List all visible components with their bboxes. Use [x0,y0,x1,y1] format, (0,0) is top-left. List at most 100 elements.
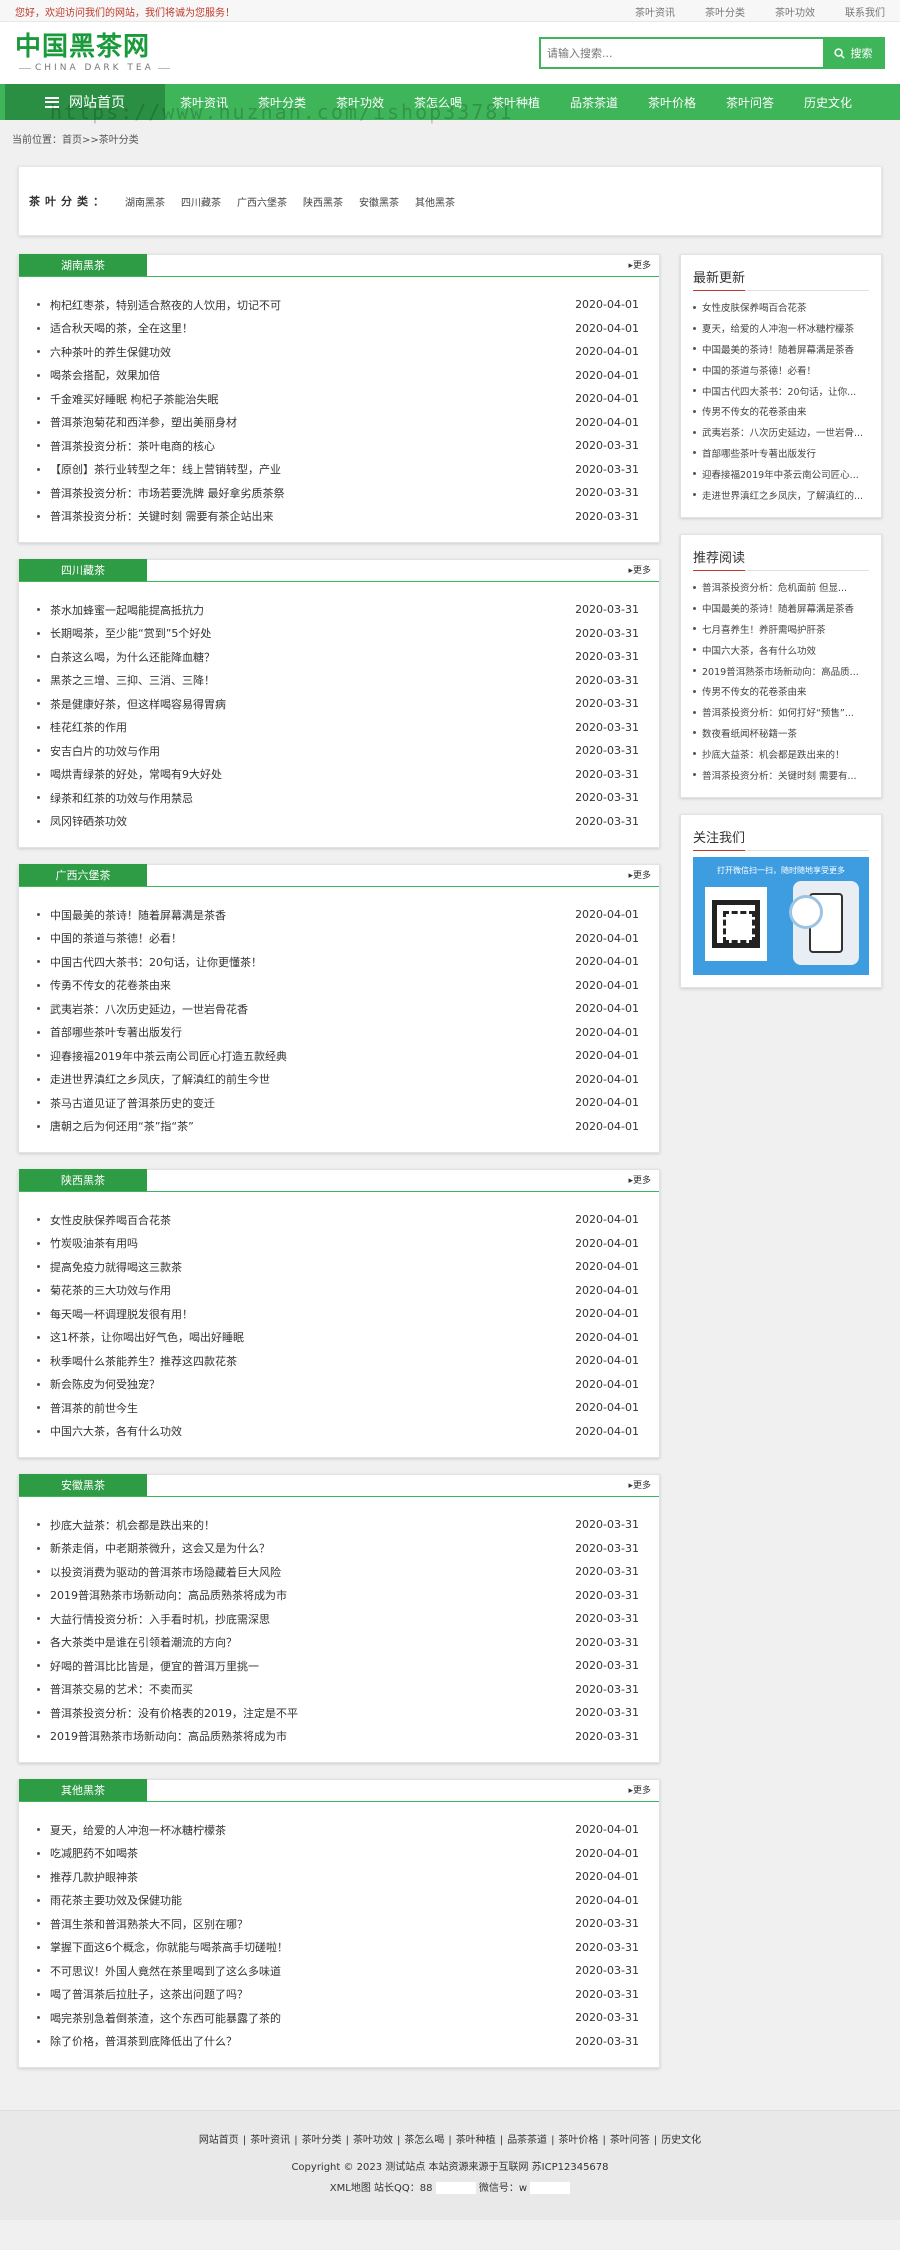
list-item[interactable]: 首部哪些茶叶专著出版发行 2020-04-01 [37,1021,641,1045]
sidebar-link[interactable]: 数夜看纸闻杯秘籍一茶 [693,723,869,744]
list-item[interactable]: 抄底大益茶：机会都是跌出来的！ 2020-03-31 [37,1513,641,1537]
list-item[interactable]: 普洱茶泡菊花和西洋参，塑出美丽身材 2020-04-01 [37,411,641,435]
nav-item-planting[interactable]: 茶叶种植 [477,84,555,120]
more-link[interactable]: ▸更多 [628,868,659,886]
list-item[interactable]: 菊花茶的三大功效与作用 2020-04-01 [37,1279,641,1303]
category-sichuan[interactable]: 四川藏茶 [181,194,221,209]
top-link-contact[interactable]: 联系我们 [845,4,885,19]
article-title[interactable]: 大益行情投资分析：入手看时机，抄底需深思 [37,1611,270,1627]
sidebar-link[interactable]: 普洱茶投资分析：关键时刻 需要有... [693,764,869,785]
list-item[interactable]: 中国古代四大茶书：20句话，让你更懂茶！ 2020-04-01 [37,950,641,974]
sidebar-link[interactable]: 走进世界滇红之乡凤庆，了解滇红的... [693,484,869,505]
article-title[interactable]: 2019普洱熟茶市场新动向：高品质熟茶将成为市 [37,1587,287,1603]
more-link[interactable]: ▸更多 [628,563,659,581]
list-item[interactable]: 竹炭吸油茶有用吗 2020-04-01 [37,1232,641,1256]
panel-title[interactable]: 其他黑茶 [19,1779,147,1801]
sidebar-link[interactable]: 中国最美的茶诗！随着屏幕满是茶香 [693,598,869,619]
list-item[interactable]: 喝完茶别急着倒茶渣，这个东西可能暴露了茶的 2020-03-31 [37,2006,641,2030]
article-title[interactable]: 2019普洱熟茶市场新动向：高品质熟茶将成为市 [37,1728,287,1744]
list-item[interactable]: 传勇不传女的花卷茶由来 2020-04-01 [37,974,641,998]
article-title[interactable]: 提高免疫力就得喝这三款茶 [37,1259,182,1275]
more-link[interactable]: ▸更多 [628,258,659,276]
list-item[interactable]: 中国的茶道与茶德！必看！ 2020-04-01 [37,927,641,951]
footer-xml[interactable]: XML地图 站长QQ：88 [330,2183,433,2194]
article-title[interactable]: 推荐几款护眼神茶 [37,1869,138,1885]
nav-item-history[interactable]: 历史文化 [789,84,867,120]
panel-title[interactable]: 四川藏茶 [19,559,147,581]
list-item[interactable]: 普洱茶投资分析：市场若要洗牌 最好拿劣质茶祭 2020-03-31 [37,481,641,505]
article-title[interactable]: 喝烘青绿茶的好处，常喝有9大好处 [37,766,222,782]
article-title[interactable]: 唐朝之后为何还用“茶”指“茶” [37,1118,194,1134]
article-title[interactable]: 普洱茶投资分析：茶叶电商的核心 [37,438,215,454]
footer-link[interactable]: 品茶茶道 [505,2135,549,2146]
article-title[interactable]: 中国六大茶，各有什么功效 [37,1423,182,1439]
search-input[interactable] [541,39,823,67]
list-item[interactable]: 六种茶叶的养生保健功效 2020-04-01 [37,340,641,364]
article-title[interactable]: 中国最美的茶诗！随着屏幕满是茶香 [37,907,226,923]
footer-link[interactable]: 茶叶资讯 [248,2135,292,2146]
list-item[interactable]: 普洱茶的前世今生 2020-04-01 [37,1396,641,1420]
list-item[interactable]: 掌握下面这6个概念，你就能与喝茶高手切磋啦！ 2020-03-31 [37,1936,641,1960]
article-title[interactable]: 中国的茶道与茶德！必看！ [37,930,182,946]
sidebar-link[interactable]: 2019普洱熟茶市场新动向：高品质... [693,660,869,681]
list-item[interactable]: 茶马古道见证了普洱茶历史的变迁 2020-04-01 [37,1091,641,1115]
article-title[interactable]: 各大茶类中是谁在引领着潮流的方向？ [37,1634,237,1650]
article-title[interactable]: 传勇不传女的花卷茶由来 [37,977,171,993]
sidebar-link[interactable]: 首部哪些茶叶专著出版发行 [693,443,869,464]
panel-title[interactable]: 广西六堡茶 [19,864,147,886]
list-item[interactable]: 【原创】茶行业转型之年：线上营销转型，产业 2020-03-31 [37,458,641,482]
article-title[interactable]: 普洱茶投资分析：关键时刻 需要有茶企站出来 [37,508,274,524]
article-title[interactable]: 六种茶叶的养生保健功效 [37,344,171,360]
list-item[interactable]: 适合秋天喝的茶，全在这里！ 2020-04-01 [37,317,641,341]
list-item[interactable]: 新会陈皮为何受独宠？ 2020-04-01 [37,1373,641,1397]
sidebar-link[interactable]: 迎春接福2019年中茶云南公司匠心... [693,463,869,484]
article-title[interactable]: 白茶这么喝，为什么还能降血糖？ [37,649,215,665]
footer-link[interactable]: 网站首页 [197,2135,241,2146]
list-item[interactable]: 安吉白片的功效与作用 2020-03-31 [37,739,641,763]
article-title[interactable]: 凤冈锌硒茶功效 [37,813,127,829]
article-title[interactable]: 新会陈皮为何受独宠？ [37,1376,160,1392]
list-item[interactable]: 2019普洱熟茶市场新动向：高品质熟茶将成为市 2020-03-31 [37,1584,641,1608]
article-title[interactable]: 中国古代四大茶书：20句话，让你更懂茶！ [37,954,262,970]
article-title[interactable]: 秋季喝什么茶能养生？推荐这四款花茶 [37,1353,237,1369]
article-title[interactable]: 喝茶会搭配，效果加倍 [37,367,160,383]
article-title[interactable]: 吃减肥药不如喝茶 [37,1845,138,1861]
article-title[interactable]: 竹炭吸油茶有用吗 [37,1235,138,1251]
article-title[interactable]: 普洱茶投资分析：没有价格表的2019，注定是不平 [37,1705,298,1721]
article-title[interactable]: 长期喝茶，至少能“赏到”5个好处 [37,625,211,641]
list-item[interactable]: 普洱生茶和普洱熟茶大不同，区别在哪？ 2020-03-31 [37,1912,641,1936]
sidebar-link[interactable]: 夏天，给爱的人冲泡一杯冰糖柠檬茶 [693,318,869,339]
list-item[interactable]: 凤冈锌硒茶功效 2020-03-31 [37,810,641,834]
panel-title[interactable]: 湖南黑茶 [19,254,147,276]
list-item[interactable]: 不可思议！外国人竟然在茶里喝到了这么多味道 2020-03-31 [37,1959,641,1983]
list-item[interactable]: 茶水加蜂蜜一起喝能提高抵抗力 2020-03-31 [37,598,641,622]
article-title[interactable]: 菊花茶的三大功效与作用 [37,1282,171,1298]
article-title[interactable]: 掌握下面这6个概念，你就能与喝茶高手切磋啦！ [37,1939,288,1955]
article-title[interactable]: 枸杞红枣茶，特别适合熬夜的人饮用，切记不可 [37,297,281,313]
panel-title[interactable]: 安徽黑茶 [19,1474,147,1496]
list-item[interactable]: 走进世界滇红之乡凤庆，了解滇红的前生今世 2020-04-01 [37,1068,641,1092]
article-title[interactable]: 普洱生茶和普洱熟茶大不同，区别在哪？ [37,1916,248,1932]
list-item[interactable]: 每天喝一杯调理脱发很有用！ 2020-04-01 [37,1302,641,1326]
list-item[interactable]: 黑茶之三增、三抑、三消、三降！ 2020-03-31 [37,669,641,693]
article-title[interactable]: 抄底大益茶：机会都是跌出来的！ [37,1517,215,1533]
article-title[interactable]: 新茶走俏，中老期茶微升，这会又是为什么？ [37,1540,270,1556]
article-title[interactable]: 每天喝一杯调理脱发很有用！ [37,1306,193,1322]
sidebar-link[interactable]: 中国最美的茶诗！随着屏幕满是茶香 [693,339,869,360]
nav-item-howto[interactable]: 茶怎么喝 [399,84,477,120]
article-title[interactable]: 以投资消费为驱动的普洱茶市场隐藏着巨大风险 [37,1564,281,1580]
footer-link[interactable]: 茶叶分类 [300,2135,344,2146]
list-item[interactable]: 新茶走俏，中老期茶微升，这会又是为什么？ 2020-03-31 [37,1537,641,1561]
footer-link[interactable]: 茶叶功效 [351,2135,395,2146]
sidebar-link[interactable]: 中国的茶道与茶德！必看！ [693,359,869,380]
article-title[interactable]: 绿茶和红茶的功效与作用禁忌 [37,790,193,806]
article-title[interactable]: 普洱茶泡菊花和西洋参，塑出美丽身材 [37,414,237,430]
list-item[interactable]: 各大茶类中是谁在引领着潮流的方向？ 2020-03-31 [37,1631,641,1655]
more-link[interactable]: ▸更多 [628,1783,659,1801]
list-item[interactable]: 好喝的普洱比比皆是，便宜的普洱万里挑一 2020-03-31 [37,1654,641,1678]
more-link[interactable]: ▸更多 [628,1478,659,1496]
list-item[interactable]: 普洱茶交易的艺术：不卖而买 2020-03-31 [37,1678,641,1702]
sidebar-link[interactable]: 普洱茶投资分析：如何打好“预售”... [693,702,869,723]
article-title[interactable]: 迎春接福2019年中茶云南公司匠心打造五款经典 [37,1048,287,1064]
footer-link[interactable]: 茶叶问答 [608,2135,652,2146]
